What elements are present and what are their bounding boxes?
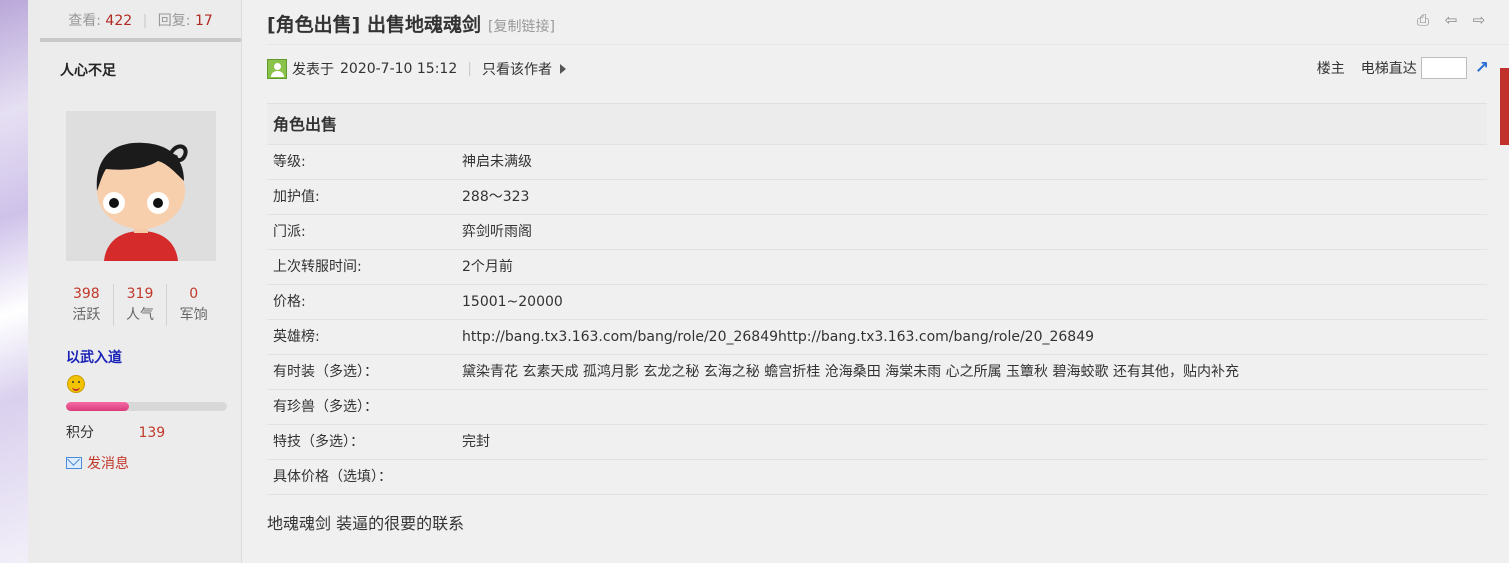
smiley-icon	[67, 375, 85, 393]
count-popularity[interactable]: 319 人气	[112, 284, 167, 326]
table-row: 等级: 神启未满级	[267, 145, 1487, 180]
post-body: 地魂魂剑 装逼的很要的联系	[267, 514, 465, 533]
table-row: 门派: 弈剑听雨阁	[267, 215, 1487, 250]
table-row: 特技（多选）： 完封	[267, 425, 1487, 460]
post-meta: 发表于 2020-7-10 15:12 | 只看该作者	[267, 59, 566, 79]
count-pay[interactable]: 0 军饷	[166, 284, 220, 326]
user-icon	[267, 59, 287, 79]
caret-right-icon	[559, 64, 566, 74]
level-progress-bar	[66, 402, 227, 411]
floor-jump-input[interactable]	[1420, 57, 1467, 79]
only-author-link[interactable]: 只看该作者	[482, 59, 552, 79]
reply-count: 17	[194, 13, 213, 29]
side-float-tab[interactable]	[1500, 68, 1509, 145]
copy-link-button[interactable]: [复制链接]	[488, 16, 555, 36]
post-main: [角色出售] 出售地魂魂剑 [复制链接] ⎙ ⇦ ⇨ 发表于 2020-7-10…	[243, 0, 1509, 563]
table-row: 有珍兽（多选）：	[267, 390, 1487, 425]
floor-tools: 楼主 电梯直达 ↗	[1317, 57, 1489, 79]
author-sidebar: 查看: 422 | 回复: 17 人心不足 398 活跃 319 人气 0 军饷…	[40, 0, 242, 563]
elevator-label: 电梯直达	[1360, 61, 1417, 77]
post-tools: ⎙ ⇦ ⇨	[1413, 10, 1489, 30]
author-name[interactable]: 人心不足	[60, 60, 116, 80]
post-title-row: [角色出售] 出售地魂魂剑 [复制链接]	[267, 10, 555, 37]
count-activity[interactable]: 398 活跃	[60, 284, 113, 326]
user-rank[interactable]: 以武入道	[66, 347, 122, 367]
table-row: 加护值: 288～323	[267, 180, 1487, 215]
role-info-table: 角色出售 等级: 神启未满级 加护值: 288～323 门派: 弈剑听雨阁 上次转服时…	[267, 103, 1487, 495]
view-count: 422	[105, 13, 133, 29]
post-time: 2020-7-10 15:12	[340, 61, 458, 77]
print-icon[interactable]: ⎙	[1413, 10, 1433, 30]
next-icon[interactable]: ⇨	[1469, 10, 1489, 30]
floor-owner-label: 楼主	[1316, 61, 1345, 77]
avatar[interactable]	[66, 111, 216, 261]
thread-stats: 查看: 422 | 回复: 17	[40, 0, 241, 42]
table-row: 有时装（多选）： 黛染青花 玄素天成 孤鸿月影 玄龙之秘 玄海之秘 蟾宫折桂 沧海…	[267, 355, 1487, 390]
author-counts: 398 活跃 319 人气 0 军饷	[60, 284, 220, 326]
hero-rank-link[interactable]: http://bang.tx3.163.com/bang/role/20_268…	[462, 320, 1487, 354]
send-message-link[interactable]: 发消息	[66, 453, 129, 473]
elevator-icon[interactable]: ↗	[1475, 58, 1489, 78]
page-background-decoration	[0, 0, 40, 563]
table-row: 价格: 15001~20000	[267, 285, 1487, 320]
prev-icon[interactable]: ⇦	[1441, 10, 1461, 30]
table-title: 角色出售	[267, 104, 1487, 145]
post-title: [角色出售] 出售地魂魂剑	[267, 14, 481, 36]
table-row: 英雄榜: http://bang.tx3.163.com/bang/role/20…	[267, 320, 1487, 355]
table-row: 具体价格（选填）：	[267, 460, 1487, 495]
title-divider	[267, 44, 1509, 45]
mail-icon	[66, 457, 82, 469]
table-row: 上次转服时间: 2个月前	[267, 250, 1487, 285]
level-progress-fill	[66, 402, 129, 411]
score: 积分 139	[66, 425, 166, 441]
avatar-image	[66, 111, 216, 261]
